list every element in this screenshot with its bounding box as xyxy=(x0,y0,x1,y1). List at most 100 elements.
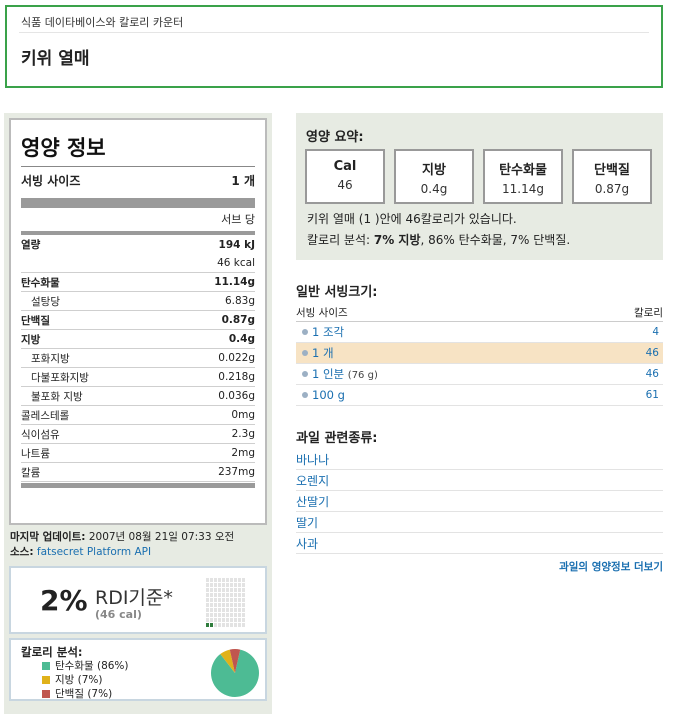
rdi-cell xyxy=(218,593,221,597)
left-column: 영양 정보 서빙 사이즈 1 개 서브 당 열량 194 kJ 46 kcal … xyxy=(4,113,272,714)
serving-option[interactable]: 1 인분 (76 g) xyxy=(296,366,378,382)
legend-swatch xyxy=(42,676,50,684)
nutrient-value: 0.022g xyxy=(218,352,255,364)
rdi-cell xyxy=(206,593,209,597)
nutrient-name: 불포화 지방 xyxy=(31,390,83,403)
serving-link[interactable]: 100 g xyxy=(312,388,345,402)
nutrient-row: 불포화 지방 0.036g xyxy=(21,387,255,406)
related-foods: 과일 관련종류: 바나나 오렌지 산딸기 딸기 사과 과일의 영양정보 더보기 xyxy=(296,427,663,574)
rdi-cell xyxy=(234,613,237,617)
rdi-box: 2% RDI기준* (46 cal) xyxy=(9,566,267,634)
nutrient-name: 식이섬유 xyxy=(21,428,60,441)
source-link[interactable]: fatsecret Platform API xyxy=(37,546,151,558)
rdi-cell xyxy=(226,623,229,627)
serving-link[interactable]: 1 개 xyxy=(312,346,334,360)
rdi-cell xyxy=(206,603,209,607)
rdi-cell xyxy=(238,588,241,592)
nutrient-row: 다불포화지방 0.218g xyxy=(21,368,255,387)
serving-size-value: 1 개 xyxy=(231,174,255,188)
legend-label: 탄수화물 (86%) xyxy=(55,660,129,672)
rdi-cell xyxy=(218,618,221,622)
nutrient-value: 0.4g xyxy=(228,333,255,345)
rdi-cell xyxy=(242,578,245,582)
serving-row[interactable]: 1 개 46 xyxy=(296,343,663,364)
serving-option[interactable]: 1 조각 xyxy=(296,324,344,340)
servings-col-calories: 칼로리 xyxy=(634,306,663,319)
related-food-link[interactable]: 바나나 xyxy=(296,451,329,468)
bullet-icon xyxy=(302,329,308,335)
more-fruit-nutrition-link[interactable]: 과일의 영양정보 더보기 xyxy=(296,559,663,574)
rdi-cell xyxy=(222,593,225,597)
rdi-cell xyxy=(226,598,229,602)
nutrient-name: 다불포화지방 xyxy=(31,371,89,384)
calorie-pie-chart xyxy=(211,649,259,697)
nutrition-summary-title: 영양 요약: xyxy=(306,130,364,145)
summary-value: 11.14g xyxy=(502,182,544,196)
rdi-cell xyxy=(234,598,237,602)
legend-item: 탄수화물 (86%) xyxy=(42,659,129,673)
related-food-row: 사과 xyxy=(296,533,663,554)
rdi-cell xyxy=(230,618,233,622)
related-foods-list: 바나나오렌지산딸기딸기사과 xyxy=(296,449,663,554)
rdi-cell xyxy=(238,583,241,587)
serving-row[interactable]: 1 인분 (76 g) 46 xyxy=(296,364,663,385)
related-food-row: 바나나 xyxy=(296,449,663,470)
rdi-cell xyxy=(210,618,213,622)
serving-link[interactable]: 1 조각 xyxy=(312,325,344,339)
rdi-cell xyxy=(214,598,217,602)
rdi-cell xyxy=(214,623,217,627)
related-food-row: 딸기 xyxy=(296,512,663,533)
nutrition-facts-panel: 영양 정보 서빙 사이즈 1 개 서브 당 열량 194 kJ 46 kcal … xyxy=(9,118,267,525)
serving-row[interactable]: 100 g 61 xyxy=(296,385,663,406)
related-food-link[interactable]: 딸기 xyxy=(296,514,318,531)
rdi-cell xyxy=(230,578,233,582)
rdi-cell xyxy=(222,603,225,607)
nutrient-list: 탄수화물 11.14g 설탕당 6.83g 단백질 0.87g 지방 0.4g 포화지방 0.02… xyxy=(21,273,255,482)
summary-calorie-sentence: 키위 열매 (1 )안에 46칼로리가 있습니다. xyxy=(307,212,517,226)
nutrient-row: 포화지방 0.022g xyxy=(21,349,255,368)
summary-box-fat: 지방 0.4g xyxy=(394,149,474,204)
summary-value: 46 xyxy=(337,178,353,192)
legend-swatch xyxy=(42,662,50,670)
servings-list: 1 조각 41 개 46 1 인분 (76 g) 46 100 g 61 xyxy=(296,322,663,406)
rdi-cell xyxy=(218,578,221,582)
rdi-cell xyxy=(214,613,217,617)
rdi-cell xyxy=(234,608,237,612)
rdi-cell xyxy=(234,583,237,587)
page-title: 키위 열매 xyxy=(21,49,90,69)
rdi-cell xyxy=(238,613,241,617)
breadcrumb-link[interactable]: 식품 데이타베이스와 칼로리 카운터 xyxy=(21,14,183,30)
rdi-cell xyxy=(206,588,209,592)
rdi-cell xyxy=(210,623,213,627)
serving-option[interactable]: 1 개 xyxy=(296,345,334,361)
serving-link[interactable]: 1 인분 xyxy=(312,367,344,381)
rdi-cell xyxy=(218,598,221,602)
related-food-link[interactable]: 사과 xyxy=(296,535,318,552)
serving-option[interactable]: 100 g xyxy=(296,388,345,402)
rdi-cell xyxy=(222,608,225,612)
bullet-icon xyxy=(302,350,308,356)
nutrient-value: 237mg xyxy=(218,466,255,478)
nutrient-row: 탄수화물 11.14g xyxy=(21,273,255,292)
nutrient-row: 콜레스테롤 0mg xyxy=(21,406,255,425)
nutrient-value: 0.218g xyxy=(218,371,255,383)
rdi-cell xyxy=(230,613,233,617)
serving-row[interactable]: 1 조각 4 xyxy=(296,322,663,343)
rdi-cell xyxy=(238,593,241,597)
related-food-link[interactable]: 오렌지 xyxy=(296,472,329,489)
nutrient-value: 2.3g xyxy=(231,428,255,440)
energy-kj: 194 kJ xyxy=(218,238,255,251)
rdi-cell xyxy=(242,598,245,602)
rdi-cell xyxy=(218,613,221,617)
legend-item: 단백질 (7%) xyxy=(42,687,129,701)
rdi-cell xyxy=(206,618,209,622)
rdi-cell xyxy=(226,588,229,592)
rdi-cell xyxy=(230,593,233,597)
rdi-cell xyxy=(230,583,233,587)
rdi-cell xyxy=(234,588,237,592)
source-label: 소스: xyxy=(10,546,34,558)
nutrient-name: 설탕당 xyxy=(31,295,60,308)
related-food-link[interactable]: 산딸기 xyxy=(296,493,329,510)
rdi-cell xyxy=(222,598,225,602)
rdi-cell xyxy=(210,593,213,597)
